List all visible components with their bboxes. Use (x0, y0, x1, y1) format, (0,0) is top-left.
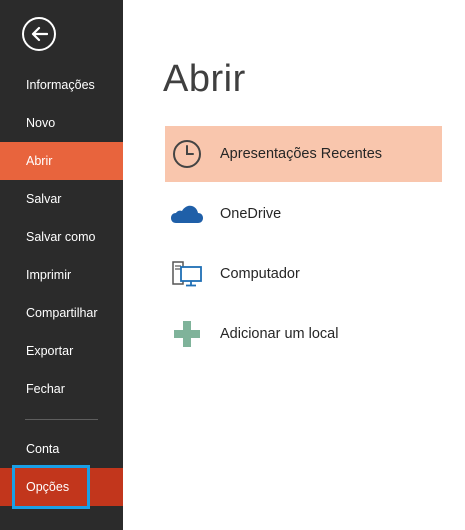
back-arrow-icon (31, 26, 48, 42)
location-label: Apresentações Recentes (220, 146, 383, 162)
back-button[interactable] (22, 17, 56, 51)
backstage-sidebar: Informações Novo Abrir Salvar Salvar com… (0, 0, 123, 530)
sidebar-divider (25, 419, 98, 420)
nav-item-conta[interactable]: Conta (0, 430, 123, 468)
cloud-icon (169, 196, 205, 232)
nav-item-compartilhar[interactable]: Compartilhar (0, 294, 123, 332)
location-computer[interactable]: Computador (165, 246, 442, 302)
location-add-place[interactable]: Adicionar um local (165, 306, 442, 362)
location-recent-presentations[interactable]: Apresentações Recentes (165, 126, 442, 182)
nav-item-opcoes[interactable]: Opções (0, 468, 123, 506)
nav-item-abrir[interactable]: Abrir (0, 142, 123, 180)
nav-item-exportar[interactable]: Exportar (0, 332, 123, 370)
location-label: Computador (220, 266, 300, 282)
nav-item-salvar-como[interactable]: Salvar como (0, 218, 123, 256)
nav-item-fechar[interactable]: Fechar (0, 370, 123, 408)
nav-item-imprimir[interactable]: Imprimir (0, 256, 123, 294)
nav-item-salvar[interactable]: Salvar (0, 180, 123, 218)
page-title: Abrir (163, 58, 246, 100)
nav-item-novo[interactable]: Novo (0, 104, 123, 142)
location-label: Adicionar um local (220, 326, 339, 342)
clock-icon (169, 136, 205, 172)
computer-icon (169, 256, 205, 292)
location-label: OneDrive (220, 206, 282, 222)
plus-icon (169, 316, 205, 352)
nav-item-informacoes[interactable]: Informações (0, 66, 123, 104)
location-onedrive[interactable]: OneDrive (165, 186, 442, 242)
